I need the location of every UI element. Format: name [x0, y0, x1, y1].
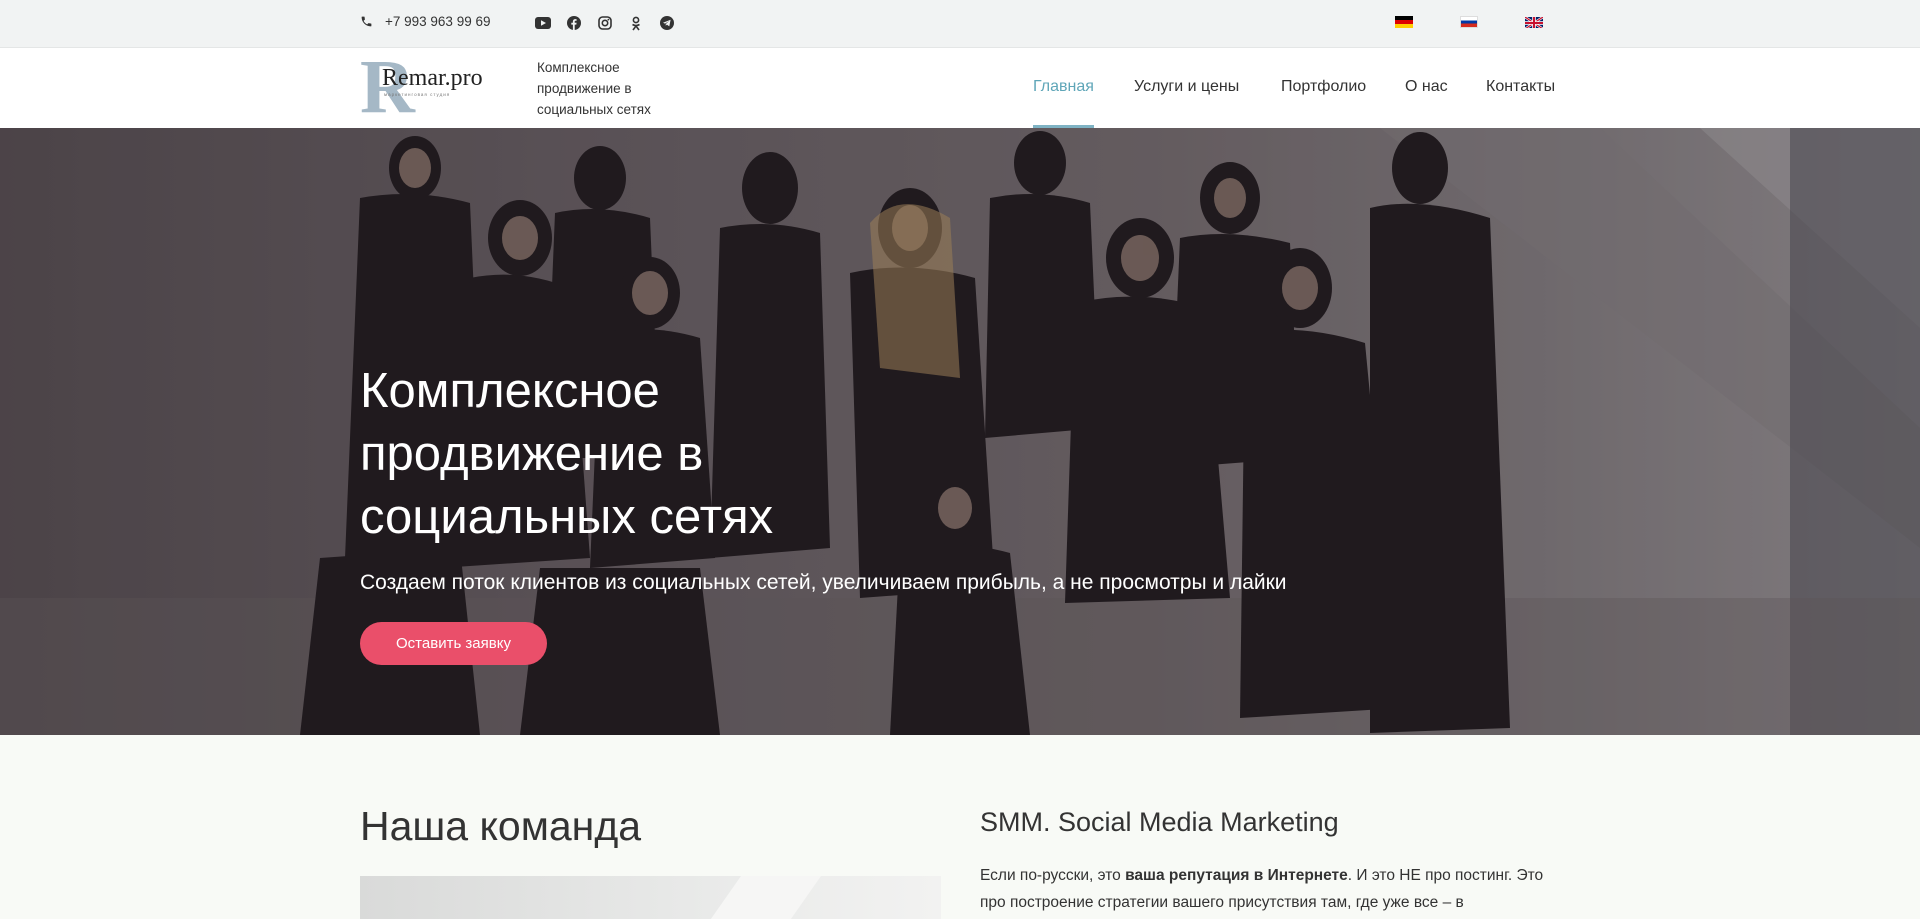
smm-section-title: SMM. Social Media Marketing: [980, 807, 1339, 837]
site-header: R Remar.pro маркетинговая студия Комплек…: [0, 48, 1920, 128]
request-button[interactable]: Оставить заявку: [360, 622, 547, 665]
flag-en-icon[interactable]: [1525, 16, 1543, 28]
nav-home[interactable]: Главная: [1033, 78, 1094, 96]
instagram-icon[interactable]: [596, 14, 614, 32]
header-tagline: Комплексное продвижение в социальных сет…: [537, 60, 651, 117]
flag-ru-icon[interactable]: [1460, 16, 1478, 28]
logo[interactable]: R Remar.pro маркетинговая студия: [360, 49, 495, 125]
logo-caption: маркетинговая студия: [384, 92, 451, 97]
hero-subtitle: Создаем поток клиентов из социальных сет…: [360, 571, 1287, 594]
hero-overlay: [0, 128, 1920, 735]
phone-icon: [361, 16, 372, 27]
nav-portfolio[interactable]: Портфолио: [1281, 78, 1366, 96]
language-switcher: [1395, 16, 1543, 28]
team-section-title: Наша команда: [360, 803, 642, 849]
hero-title: Комплексное продвижение в социальных сет…: [360, 364, 774, 544]
flag-de-icon[interactable]: [1395, 16, 1413, 28]
logo-text: Remar.pro: [382, 65, 483, 91]
team-photo: [360, 876, 941, 919]
nav-about[interactable]: О нас: [1405, 78, 1448, 96]
odnoklassniki-icon[interactable]: [627, 14, 645, 32]
top-bar: +7 993 963 99 69: [0, 0, 1920, 48]
nav-contacts[interactable]: Контакты: [1486, 78, 1555, 96]
smm-description: Если по-русски, это ваша репутация в Инт…: [980, 867, 1544, 911]
telegram-icon[interactable]: [658, 14, 676, 32]
nav-services[interactable]: Услуги и цены: [1134, 78, 1239, 96]
hero-section: Комплексное продвижение в социальных сет…: [0, 128, 1920, 735]
facebook-icon[interactable]: [565, 14, 583, 32]
smm-highlight: ваша репутация в Интернете: [1125, 867, 1348, 884]
youtube-icon[interactable]: [534, 14, 552, 32]
social-links: [534, 14, 676, 32]
phone-number: +7 993 963 99 69: [385, 14, 491, 29]
phone-link[interactable]: +7 993 963 99 69: [360, 14, 490, 29]
